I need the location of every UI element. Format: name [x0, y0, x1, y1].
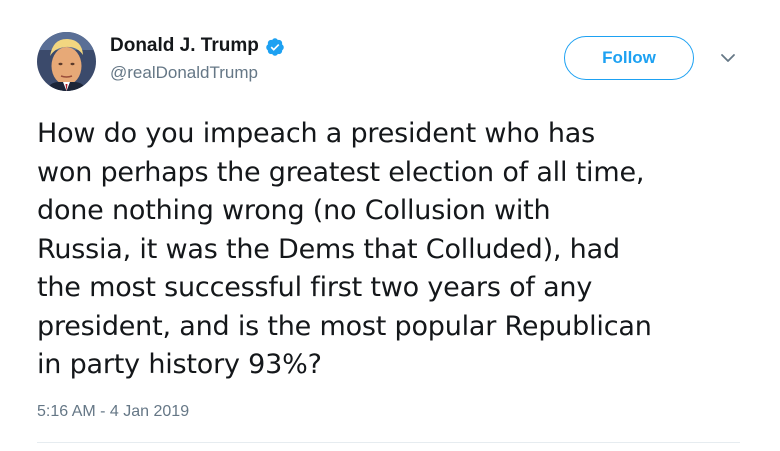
tweet-timestamp[interactable]: 5:16 AM - 4 Jan 2019 — [37, 403, 189, 421]
tweet-text-line: done nothing wrong (no Collusion with — [37, 195, 551, 226]
author-info: Donald J. Trump @realDonaldTrump — [110, 34, 285, 84]
tweet-text-line: the most successful first two years of a… — [37, 272, 593, 303]
tweet-text-line: won perhaps the greatest election of all… — [37, 156, 645, 188]
tweet-text-line: How do you impeach a president who has — [37, 118, 595, 149]
follow-button[interactable]: Follow — [564, 36, 694, 80]
chevron-down-icon[interactable] — [718, 51, 738, 65]
tweet-text: How do you impeach a president who has w… — [37, 115, 757, 385]
divider — [37, 442, 740, 443]
tweet-text-line: in party history 93%? — [37, 349, 322, 380]
avatar[interactable] — [37, 32, 96, 91]
tweet-text-line: Russia, it was the Dems that Colluded), … — [37, 233, 620, 265]
avatar-image — [37, 32, 96, 91]
author-name-row[interactable]: Donald J. Trump — [110, 34, 285, 58]
author-handle[interactable]: @realDonaldTrump — [110, 62, 285, 84]
tweet-card: Donald J. Trump @realDonaldTrump Follow … — [0, 0, 780, 451]
tweet-text-line: president, and is the most popular Repub… — [37, 310, 652, 342]
author-display-name[interactable]: Donald J. Trump — [110, 34, 259, 58]
verified-badge-icon — [265, 37, 285, 57]
